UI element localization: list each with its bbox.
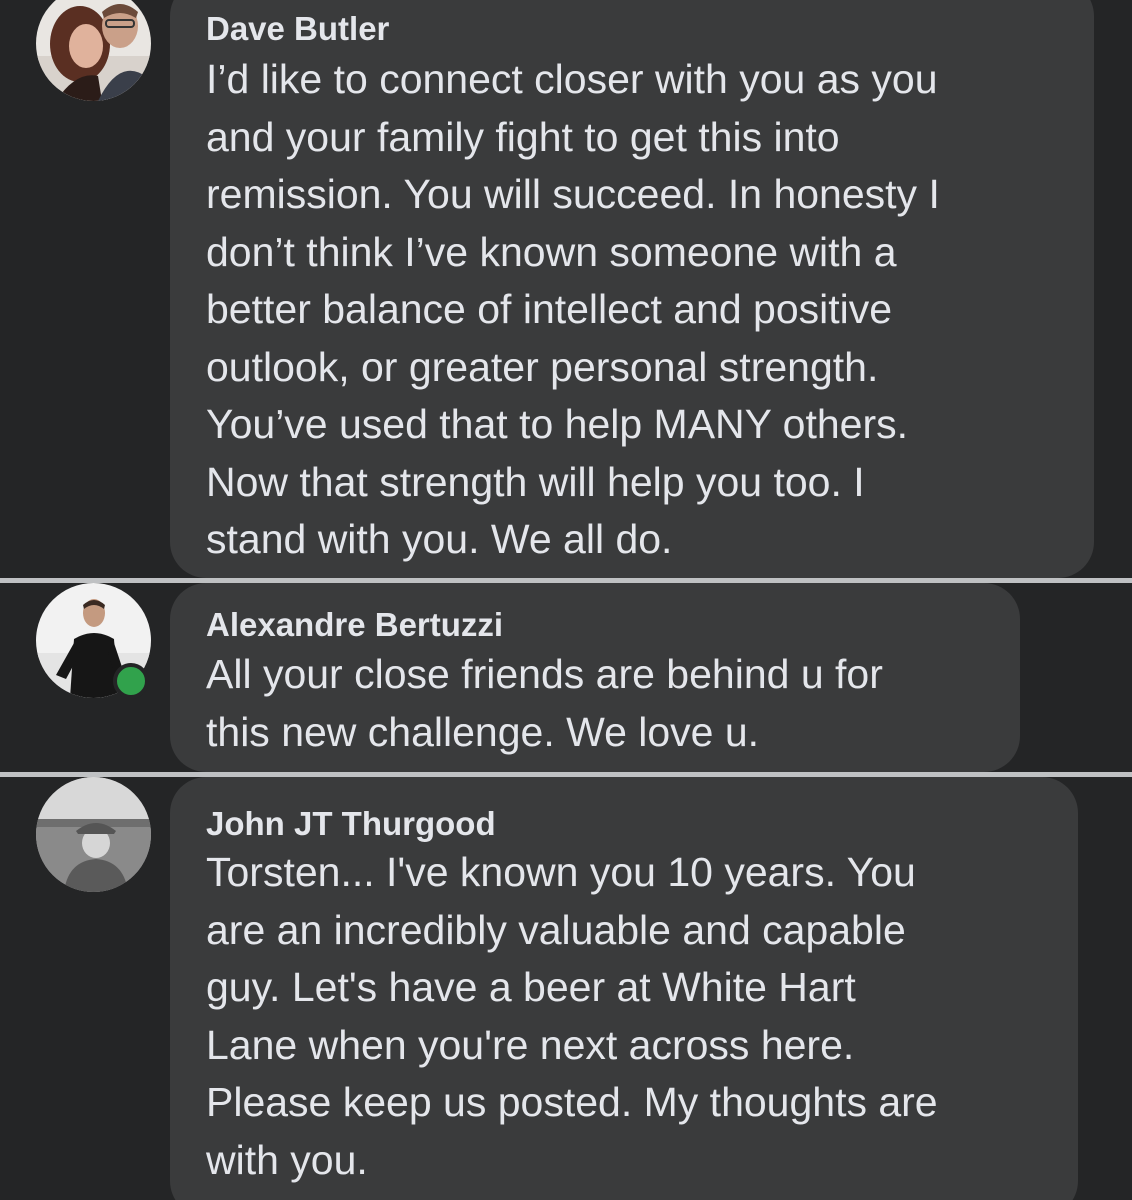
comment-john-jt-thurgood: John JT Thurgood Torsten... I've known y… — [0, 777, 1132, 1200]
comment-line: with you. — [206, 1136, 368, 1183]
comment-line: this new challenge. We love u. — [206, 708, 760, 755]
comment-line: Please keep us posted. My thoughts are — [206, 1079, 938, 1125]
couple-photo-avatar-icon — [36, 0, 151, 101]
comment-text: All your close friends are behind u for … — [206, 646, 984, 761]
man-in-hat-field-avatar-icon — [36, 777, 151, 892]
online-status-icon — [113, 663, 149, 699]
comment-line: I’d like to connect closer with you as y… — [206, 56, 938, 102]
avatar[interactable] — [36, 777, 151, 892]
comment-line: Lane when you're next across here. — [206, 1021, 855, 1068]
comment-line: guy. Let's have a beer at White Hart — [206, 964, 856, 1010]
comment-line: Torsten... I've known you 10 years. You — [206, 849, 916, 895]
avatar[interactable] — [36, 0, 151, 101]
comment-line: don’t think I’ve known someone with a — [206, 228, 897, 275]
comment-text: Torsten... I've known you 10 years. You … — [206, 844, 1042, 1189]
comment-line: stand with you. We all do. — [206, 516, 673, 562]
comment-line: All your close friends are behind u for — [206, 651, 883, 697]
comment-author[interactable]: John JT Thurgood — [206, 806, 1042, 842]
comment-line: and your family fight to get this into — [206, 113, 840, 160]
comment-author[interactable]: Alexandre Bertuzzi — [206, 607, 984, 643]
comment-dave-butler: Dave Butler I’d like to connect closer w… — [0, 0, 1132, 578]
comment-text: I’d like to connect closer with you as y… — [206, 51, 1058, 569]
comment-author[interactable]: Dave Butler — [206, 11, 1058, 47]
comment-line: outlook, or greater personal strength. — [206, 343, 879, 390]
comment-line: remission. You will succeed. In honesty … — [206, 171, 940, 217]
comment-line: are an incredibly valuable and capable — [206, 906, 906, 953]
comment-bubble[interactable]: John JT Thurgood Torsten... I've known y… — [170, 777, 1078, 1200]
comment-line: You’ve used that to help MANY others. — [206, 401, 909, 447]
comment-line: better balance of intellect and positive — [206, 286, 893, 332]
comment-bubble[interactable]: Dave Butler I’d like to connect closer w… — [170, 0, 1094, 578]
comment-alexandre-bertuzzi: Alexandre Bertuzzi All your close friend… — [0, 583, 1132, 772]
comment-bubble[interactable]: Alexandre Bertuzzi All your close friend… — [170, 583, 1020, 772]
comment-line: Now that strength will help you too. I — [206, 458, 865, 505]
